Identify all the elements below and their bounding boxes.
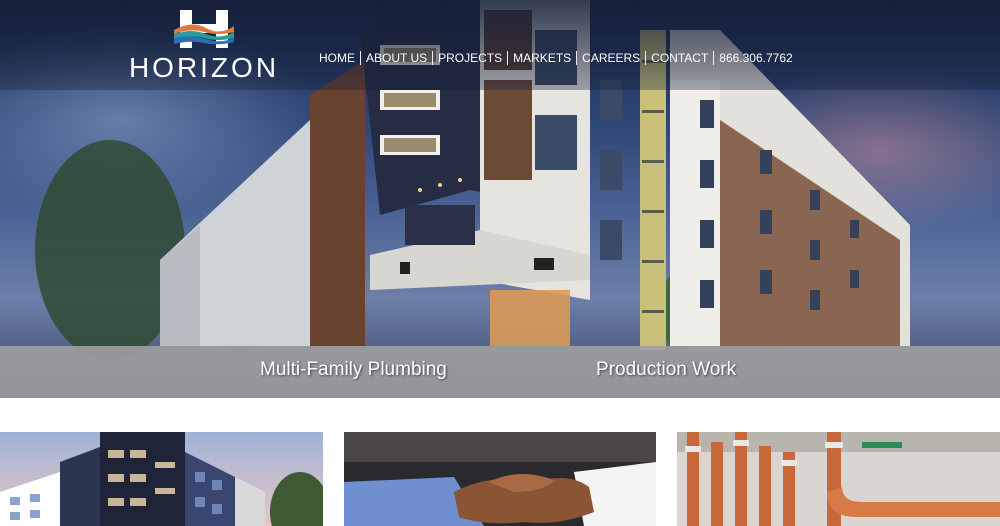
nav-divider bbox=[432, 51, 434, 65]
copper-pipes-image bbox=[677, 432, 1000, 526]
nav-divider bbox=[645, 51, 647, 65]
card-apartments-image[interactable] bbox=[0, 432, 323, 526]
production-work-link[interactable]: Production Work bbox=[596, 359, 736, 381]
nav-projects[interactable]: PROJECTS bbox=[433, 50, 507, 66]
card-handshake-image[interactable] bbox=[344, 432, 656, 526]
nav-divider bbox=[360, 51, 361, 65]
main-nav: HOME ABOUT US PROJECTS MARKETS CAREERS C… bbox=[314, 49, 798, 67]
nav-contact[interactable]: CONTACT bbox=[646, 50, 713, 66]
nav-markets[interactable]: MARKETS bbox=[508, 50, 576, 66]
nav-phone-link[interactable]: 866.306.7762 bbox=[714, 50, 797, 66]
nav-divider bbox=[507, 51, 509, 65]
nav-careers[interactable]: CAREERS bbox=[577, 50, 645, 66]
logo[interactable]: HORIZON bbox=[114, 8, 294, 83]
nav-about-us[interactable]: ABOUT US bbox=[361, 50, 432, 66]
card-copper-pipes-image[interactable] bbox=[677, 432, 1000, 526]
handshake-image bbox=[344, 432, 656, 526]
nav-divider bbox=[576, 51, 578, 65]
service-banner: Multi-Family Plumbing Production Work bbox=[0, 346, 1000, 398]
horizon-logo-icon bbox=[174, 10, 234, 48]
multi-family-plumbing-link[interactable]: Multi-Family Plumbing bbox=[260, 359, 447, 381]
nav-home[interactable]: HOME bbox=[314, 50, 360, 66]
nav-divider bbox=[713, 51, 715, 65]
apartment-building-image bbox=[0, 432, 323, 526]
brand-name: HORIZON bbox=[128, 52, 280, 83]
